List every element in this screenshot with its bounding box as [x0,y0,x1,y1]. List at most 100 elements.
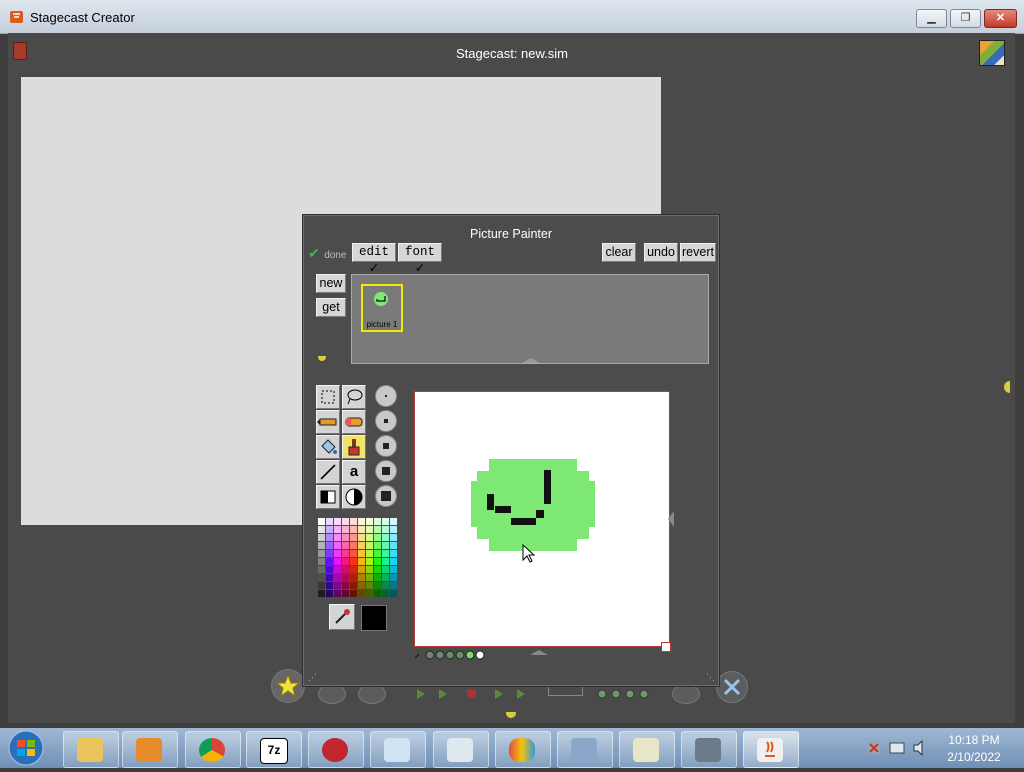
palette-swatch[interactable] [334,582,341,589]
palette-swatch[interactable] [350,574,357,581]
palette-swatch[interactable] [358,518,365,525]
clock-date[interactable]: 2/10/2022 [937,750,1011,764]
eraser-tool[interactable] [342,410,366,434]
text-tool[interactable]: a [342,460,366,484]
canvas-resize-handle[interactable] [661,642,671,652]
palette-swatch[interactable] [358,582,365,589]
zoom-dots[interactable] [414,648,488,660]
palette-swatch[interactable] [390,582,397,589]
palette-swatch[interactable] [382,574,389,581]
palette-swatch[interactable] [374,558,381,565]
palette-swatch[interactable] [382,582,389,589]
palette-swatch[interactable] [342,574,349,581]
drawing-canvas[interactable] [414,391,671,652]
palette-swatch[interactable] [374,550,381,557]
lasso-tool[interactable] [342,385,366,409]
palette-swatch[interactable] [382,534,389,541]
palette-swatch[interactable] [358,526,365,533]
taskbar-item-media-player[interactable] [122,731,178,768]
palette-swatch[interactable] [390,518,397,525]
get-picture-button[interactable]: get [316,298,346,317]
taskbar-item-calculator[interactable] [433,731,489,768]
view-dots[interactable] [597,686,653,699]
canvas-bottom-arrow-icon[interactable] [530,650,548,655]
palette-swatch[interactable] [334,590,341,597]
palette-swatch[interactable] [382,542,389,549]
close-tool-button[interactable] [716,671,748,703]
palette-swatch[interactable] [318,574,325,581]
taskbar-item-puzzle[interactable] [495,731,551,768]
palette-swatch[interactable] [390,550,397,557]
taskbar-item-paint[interactable] [619,731,675,768]
palette-swatch[interactable] [390,566,397,573]
palette-swatch[interactable] [326,518,333,525]
taskbar-item-chrome[interactable] [185,731,241,768]
new-picture-button[interactable]: new [316,274,346,293]
palette-swatch[interactable] [318,566,325,573]
palette-swatch[interactable] [334,542,341,549]
palette-swatch[interactable] [390,534,397,541]
brush-size-2[interactable] [375,410,397,432]
palette-swatch[interactable] [366,590,373,597]
line-tool[interactable] [316,460,340,484]
palette-swatch[interactable] [366,550,373,557]
palette-swatch[interactable] [342,558,349,565]
palette-swatch[interactable] [390,526,397,533]
collapse-icon[interactable] [522,358,540,363]
palette-swatch[interactable] [358,558,365,565]
font-menu[interactable]: font ✓ [398,243,442,276]
palette-swatch[interactable] [382,518,389,525]
taskbar-item-notepad[interactable] [370,731,426,768]
palette-swatch[interactable] [318,582,325,589]
palette-swatch[interactable] [374,590,381,597]
contrast-tool[interactable] [342,485,366,509]
palette-swatch[interactable] [382,590,389,597]
taskbar-item-taskview[interactable] [681,731,737,768]
palette-swatch[interactable] [382,558,389,565]
fill-rect-tool[interactable] [316,485,340,509]
palette-swatch[interactable] [318,590,325,597]
brush-size-3[interactable] [375,435,397,457]
palette-swatch[interactable] [366,526,373,533]
pencil-tool[interactable] [316,410,340,434]
palette-swatch[interactable] [366,518,373,525]
palette-swatch[interactable] [358,574,365,581]
revert-button[interactable]: revert [680,243,716,262]
taskbar-item-7zip[interactable]: 7z [246,731,302,768]
maximize-button[interactable]: ❐ [950,9,981,28]
palette-swatch[interactable] [382,550,389,557]
palette-swatch[interactable] [366,582,373,589]
taskbar-item-adobe[interactable] [308,731,364,768]
palette-swatch[interactable] [350,590,357,597]
palette-swatch[interactable] [326,550,333,557]
palette-swatch[interactable] [366,542,373,549]
color-palette[interactable] [318,518,398,598]
playback-controls[interactable] [417,686,537,699]
palette-swatch[interactable] [326,574,333,581]
palette-swatch[interactable] [374,518,381,525]
palette-swatch[interactable] [326,582,333,589]
minimize-button[interactable]: ▁ [916,9,947,28]
taskbar-item-network[interactable] [557,731,613,768]
palette-swatch[interactable] [358,590,365,597]
palette-swatch[interactable] [374,534,381,541]
palette-swatch[interactable] [350,542,357,549]
palette-swatch[interactable] [318,526,325,533]
palette-swatch[interactable] [342,518,349,525]
palette-swatch[interactable] [350,558,357,565]
system-tray[interactable] [866,739,932,757]
palette-swatch[interactable] [318,518,325,525]
palette-swatch[interactable] [334,566,341,573]
palette-swatch[interactable] [326,526,333,533]
taskbar-item-explorer[interactable] [63,731,119,768]
palette-swatch[interactable] [342,526,349,533]
scroll-handle-icon[interactable] [1004,381,1010,393]
palette-swatch[interactable] [350,534,357,541]
palette-swatch[interactable] [366,574,373,581]
palette-swatch[interactable] [342,582,349,589]
palette-swatch[interactable] [350,518,357,525]
palette-swatch[interactable] [334,550,341,557]
palette-swatch[interactable] [350,550,357,557]
palette-swatch[interactable] [318,542,325,549]
resize-grip-right-icon[interactable]: ⋱ [706,673,715,682]
